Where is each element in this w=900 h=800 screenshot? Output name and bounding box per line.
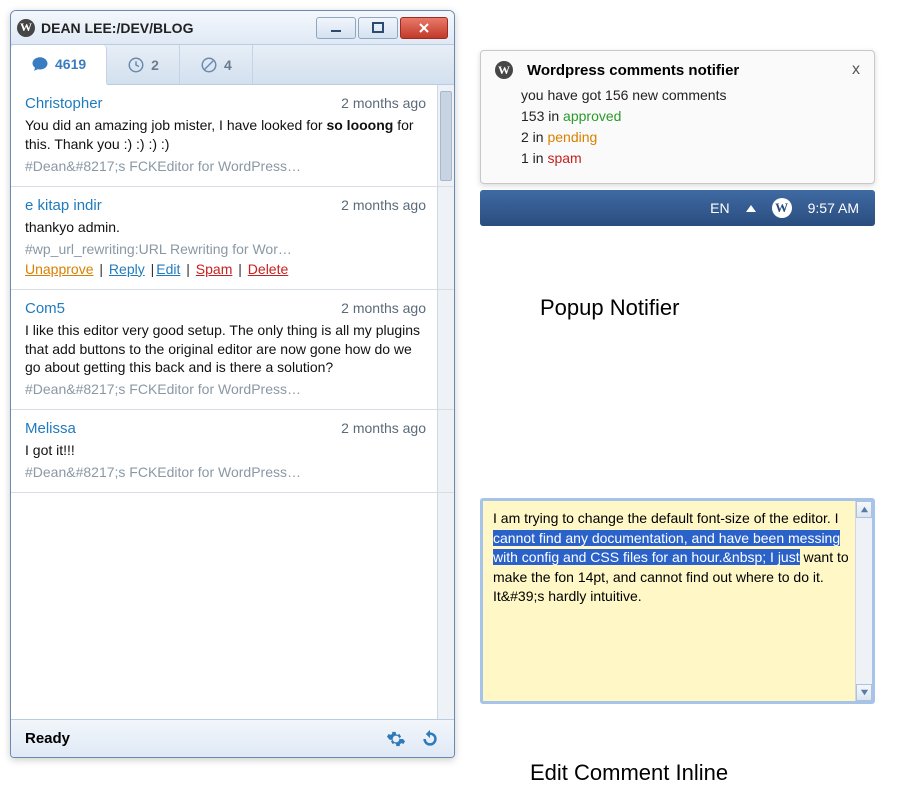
clock-icon xyxy=(127,56,145,74)
notifier-body: you have got 156 new comments 153 in app… xyxy=(495,85,860,169)
comments-notifier-window: W DEAN LEE:/DEV/BLOG 4619 2 4 xyxy=(10,10,455,758)
comment-time: 2 months ago xyxy=(341,420,426,436)
comment-author[interactable]: Com5 xyxy=(25,300,65,317)
notifier-pending-link[interactable]: pending xyxy=(547,129,597,145)
window-controls xyxy=(316,17,448,39)
tab-pending-count: 2 xyxy=(151,57,159,73)
tab-spam[interactable]: 4 xyxy=(180,45,253,84)
window-title: DEAN LEE:/DEV/BLOG xyxy=(41,20,316,36)
comment-item[interactable]: Com5 2 months ago I like this editor ver… xyxy=(11,290,454,411)
comment-list[interactable]: Christopher 2 months ago You did an amaz… xyxy=(11,85,454,719)
refresh-icon[interactable] xyxy=(420,729,440,749)
notifier-spam-link[interactable]: spam xyxy=(547,150,581,166)
tray-wordpress-icon[interactable]: W xyxy=(772,198,792,218)
popup-notifier: W Wordpress comments notifier x you have… xyxy=(480,50,875,184)
scroll-up-button[interactable] xyxy=(856,501,872,518)
comment-time: 2 months ago xyxy=(341,300,426,316)
close-button[interactable] xyxy=(400,17,448,39)
comment-item[interactable]: Melissa 2 months ago I got it!!! #Dean&#… xyxy=(11,410,454,493)
comment-item[interactable]: Christopher 2 months ago You did an amaz… xyxy=(11,85,454,187)
comment-body: thankyo admin. xyxy=(25,218,426,237)
action-delete[interactable]: Delete xyxy=(248,261,288,277)
comment-author[interactable]: e kitap indir xyxy=(25,197,102,214)
action-spam[interactable]: Spam xyxy=(196,261,233,277)
comment-author[interactable]: Melissa xyxy=(25,420,76,437)
tab-pending[interactable]: 2 xyxy=(107,45,180,84)
comment-body: You did an amazing job mister, I have lo… xyxy=(25,116,426,154)
block-icon xyxy=(200,56,218,74)
comment-tag: #wp_url_rewriting:URL Rewriting for Wor… xyxy=(25,241,426,257)
status-bar: Ready xyxy=(11,719,454,757)
notifier-close-button[interactable]: x xyxy=(852,61,860,79)
edit-scrollbar[interactable] xyxy=(855,501,872,701)
tab-approved-count: 4619 xyxy=(55,56,86,72)
taskbar-lang[interactable]: EN xyxy=(710,200,729,216)
comment-tag: #Dean&#8217;s FCKEditor for WordPress… xyxy=(25,381,426,397)
comment-author[interactable]: Christopher xyxy=(25,95,103,112)
comment-tag: #Dean&#8217;s FCKEditor for WordPress… xyxy=(25,464,426,480)
scroll-down-button[interactable] xyxy=(856,684,872,701)
comment-actions: Unapprove | Reply |Edit | Spam | Delete xyxy=(25,261,426,277)
comment-tag: #Dean&#8217;s FCKEditor for WordPress… xyxy=(25,158,426,174)
comment-time: 2 months ago xyxy=(341,95,426,111)
action-unapprove[interactable]: Unapprove xyxy=(25,261,94,277)
inline-edit-textarea[interactable]: I am trying to change the default font-s… xyxy=(483,501,872,701)
taskbar-clock: 9:57 AM xyxy=(808,200,859,216)
wordpress-logo-icon: W xyxy=(17,19,35,37)
popup-notifier-group: W Wordpress comments notifier x you have… xyxy=(480,50,875,226)
notifier-summary: you have got 156 new comments xyxy=(521,85,860,106)
inline-edit-panel: I am trying to change the default font-s… xyxy=(480,498,875,704)
maximize-button[interactable] xyxy=(358,17,398,39)
comment-bubble-icon xyxy=(31,55,49,73)
notifier-title: Wordpress comments notifier xyxy=(527,62,844,79)
taskbar: EN W 9:57 AM xyxy=(480,190,875,226)
wordpress-logo-icon: W xyxy=(495,61,513,79)
settings-icon[interactable] xyxy=(386,729,406,749)
notifier-approved-link[interactable]: approved xyxy=(563,108,621,124)
tab-spam-count: 4 xyxy=(224,57,232,73)
tab-approved[interactable]: 4619 xyxy=(11,45,107,85)
comment-body: I like this editor very good setup. The … xyxy=(25,321,426,378)
comment-time: 2 months ago xyxy=(341,197,426,213)
caption-popup-notifier: Popup Notifier xyxy=(540,295,679,321)
selected-text: cannot find any documentation, and have … xyxy=(493,530,840,566)
minimize-button[interactable] xyxy=(316,17,356,39)
tab-bar: 4619 2 4 xyxy=(11,45,454,85)
tray-expand-icon[interactable] xyxy=(746,205,756,212)
comment-body: I got it!!! xyxy=(25,441,426,460)
titlebar: W DEAN LEE:/DEV/BLOG xyxy=(11,11,454,45)
status-text: Ready xyxy=(25,730,386,747)
caption-edit-inline: Edit Comment Inline xyxy=(530,760,728,786)
action-reply[interactable]: Reply xyxy=(109,261,145,277)
comment-item[interactable]: e kitap indir 2 months ago thankyo admin… xyxy=(11,187,454,290)
action-edit[interactable]: Edit xyxy=(156,261,180,277)
